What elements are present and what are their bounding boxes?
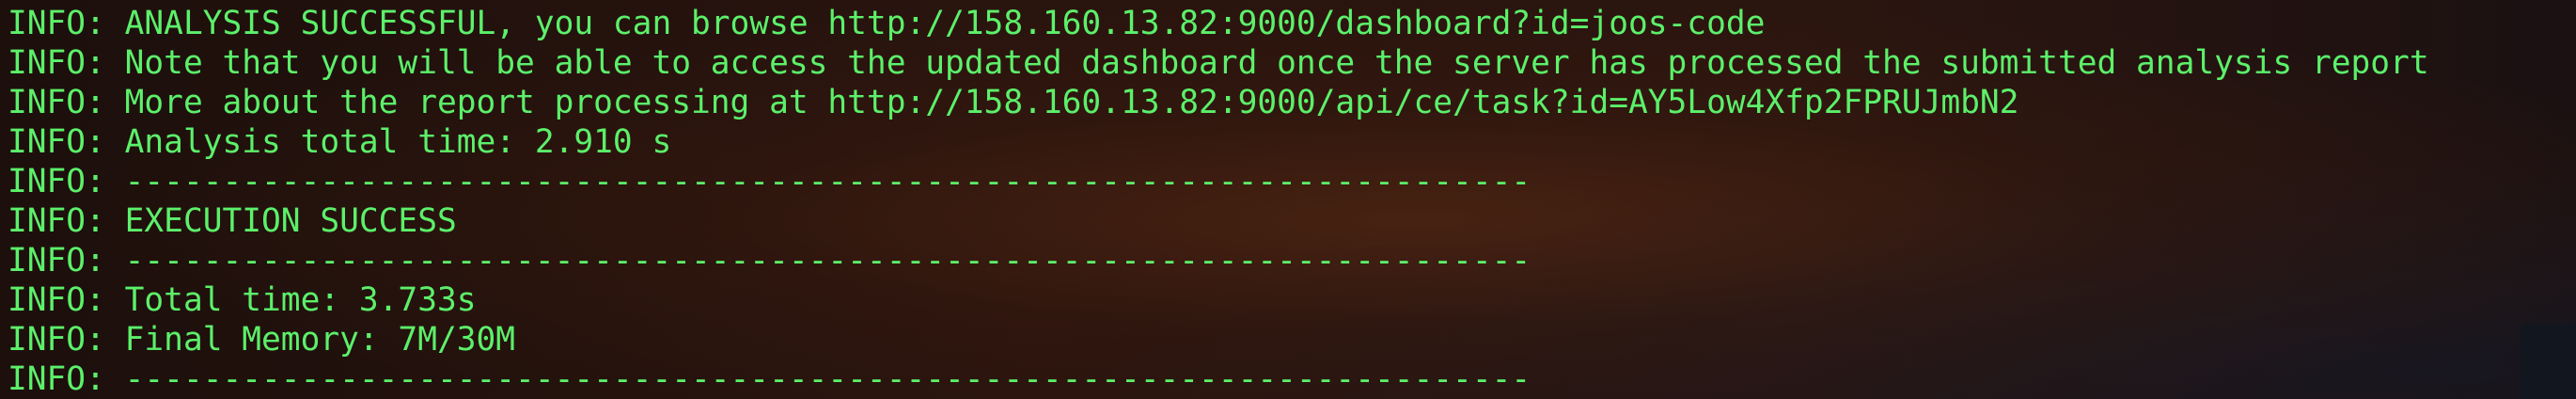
log-level-prefix: INFO: — [8, 242, 105, 279]
log-level-prefix: INFO: — [8, 123, 105, 161]
log-level-prefix: INFO: — [8, 5, 105, 42]
terminal-line-separator: INFO: ----------------------------------… — [8, 162, 2576, 201]
terminal-line-separator: INFO: ----------------------------------… — [8, 359, 2576, 399]
log-level-prefix: INFO: — [8, 360, 105, 398]
log-message: Final Memory: 7M/30M — [124, 321, 516, 359]
log-level-prefix: INFO: — [8, 321, 105, 359]
terminal-window[interactable]: INFO: ANALYSIS SUCCESSFUL, you can brows… — [0, 0, 2576, 399]
terminal-line-analysis-successful: INFO: ANALYSIS SUCCESSFUL, you can brows… — [8, 4, 2576, 43]
log-separator: ----------------------------------------… — [124, 360, 1531, 398]
log-message: Total time: 3.733s — [124, 281, 477, 319]
log-level-prefix: INFO: — [8, 84, 105, 121]
terminal-line-report-processing: INFO: More about the report processing a… — [8, 83, 2576, 122]
log-message: EXECUTION SUCCESS — [124, 202, 457, 240]
terminal-line-final-memory: INFO: Final Memory: 7M/30M — [8, 320, 2576, 359]
terminal-output: INFO: ANALYSIS SUCCESSFUL, you can brows… — [8, 4, 2576, 399]
log-message: Analysis total time: 2.910 s — [124, 123, 672, 161]
terminal-line-separator: INFO: ----------------------------------… — [8, 241, 2576, 280]
log-message: ANALYSIS SUCCESSFUL, you can browse http… — [124, 5, 1766, 42]
log-message: More about the report processing at http… — [124, 84, 2019, 121]
log-message: Note that you will be able to access the… — [124, 44, 2429, 82]
log-level-prefix: INFO: — [8, 44, 105, 82]
terminal-line-dashboard-note: INFO: Note that you will be able to acce… — [8, 43, 2576, 83]
log-level-prefix: INFO: — [8, 202, 105, 240]
log-level-prefix: INFO: — [8, 163, 105, 200]
log-level-prefix: INFO: — [8, 281, 105, 319]
terminal-line-total-time: INFO: Total time: 3.733s — [8, 280, 2576, 320]
terminal-line-analysis-time: INFO: Analysis total time: 2.910 s — [8, 122, 2576, 162]
terminal-line-execution-success: INFO: EXECUTION SUCCESS — [8, 201, 2576, 241]
log-separator: ----------------------------------------… — [124, 242, 1531, 279]
log-separator: ----------------------------------------… — [124, 163, 1531, 200]
